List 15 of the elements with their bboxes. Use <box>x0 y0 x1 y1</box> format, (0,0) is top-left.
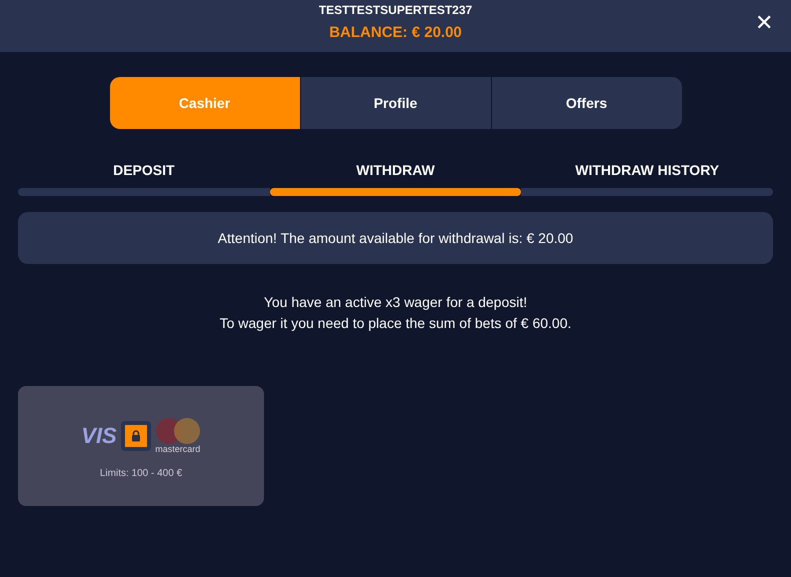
payment-card[interactable]: VIS mastercard Limits: 100 - 400 € <box>18 386 264 506</box>
balance: BALANCE: € 20.00 <box>329 24 462 41</box>
tab[interactable]: Offers <box>492 77 682 129</box>
mastercard-logo: mastercard <box>154 417 201 454</box>
tab[interactable]: DEPOSIT <box>113 160 175 180</box>
card-logo: VIS <box>81 422 117 448</box>
notice-text: Attention! The amount available for withdrawal is: € 20.00 <box>218 230 574 246</box>
tab[interactable]: Profile <box>300 77 490 129</box>
wager-text: To wager it you need to place the sum of bets of € 60.00. <box>218 314 572 333</box>
tab[interactable]: WITHDRAW <box>356 160 435 180</box>
wager-text: You have an active x3 wager for a deposit! <box>262 293 528 312</box>
username: TESTTESTSUPERTEST237 <box>318 2 472 18</box>
close-button[interactable]: ✕ <box>751 10 777 36</box>
limits-text: Limits: 100 - 400 € <box>100 468 182 479</box>
tab[interactable]: WITHDRAW HISTORY <box>575 160 720 180</box>
